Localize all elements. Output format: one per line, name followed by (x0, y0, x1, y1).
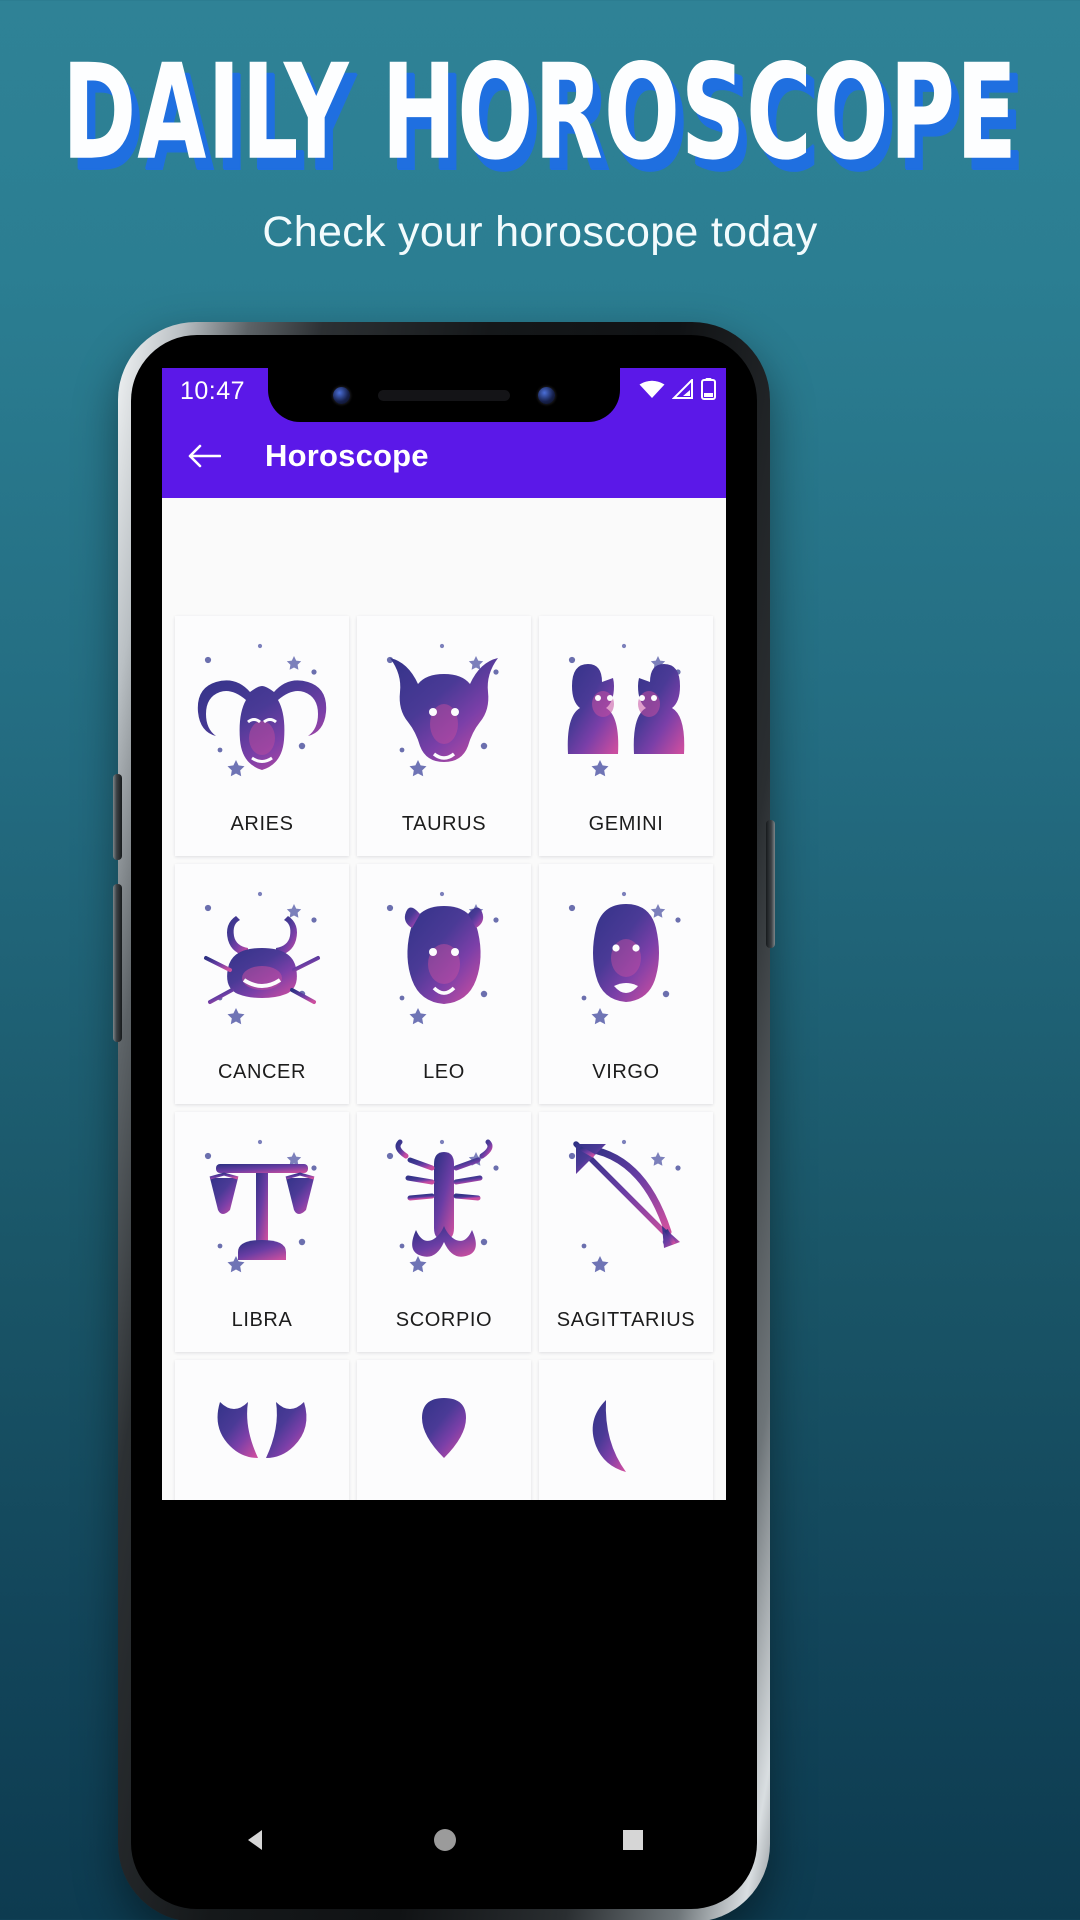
virgo-maiden-icon (568, 891, 681, 1025)
aquarius-water-icon (422, 1398, 466, 1458)
libra-scales-icon (204, 1139, 317, 1273)
horoscope-content: ARIES TAURUS GEMINI CANCER LEO VIRGO LIB… (162, 498, 726, 1500)
zodiac-card-leo[interactable]: LEO (357, 864, 531, 1104)
zodiac-label: SAGITTARIUS (556, 1309, 696, 1331)
zodiac-card-aries[interactable]: ARIES (175, 616, 349, 856)
zodiac-card-pisces[interactable] (539, 1360, 713, 1500)
back-arrow-icon[interactable] (184, 436, 224, 476)
page-title: Horoscope (265, 438, 429, 473)
phone-screen: 10:47 Horoscope ARIES TAURUS GEMINI CANC… (162, 368, 726, 1500)
volume-up-button[interactable] (113, 774, 122, 860)
leo-lion-icon (386, 891, 499, 1025)
status-icons (639, 368, 716, 414)
phone-mockup: 10:47 Horoscope ARIES TAURUS GEMINI CANC… (113, 322, 775, 1920)
sensor-icon (538, 386, 555, 404)
zodiac-label: SCORPIO (395, 1309, 493, 1331)
scorpio-scorpion-icon (386, 1139, 499, 1273)
battery-icon (701, 377, 716, 405)
capricorn-goat-icon (217, 1402, 307, 1458)
promo-subtitle: Check your horoscope today (262, 208, 818, 256)
sagittarius-bow-icon (568, 1139, 681, 1273)
zodiac-label: LEO (423, 1061, 465, 1083)
app-bar: Horoscope (162, 414, 726, 498)
zodiac-card-capricorn[interactable] (175, 1360, 349, 1500)
power-button[interactable] (766, 820, 775, 948)
zodiac-label: GEMINI (588, 813, 664, 835)
zodiac-card-scorpio[interactable]: SCORPIO (357, 1112, 531, 1352)
zodiac-card-virgo[interactable]: VIRGO (539, 864, 713, 1104)
gemini-twins-icon (567, 643, 685, 777)
android-nav-bar (162, 1804, 726, 1876)
zodiac-grid: ARIES TAURUS GEMINI CANCER LEO VIRGO LIB… (175, 616, 713, 1500)
front-camera-icon (333, 386, 350, 404)
zodiac-label: CANCER (217, 1061, 307, 1083)
zodiac-label: TAURUS (401, 813, 487, 835)
cancer-crab-icon (202, 891, 322, 1025)
zodiac-card-libra[interactable]: LIBRA (175, 1112, 349, 1352)
promo-title: DAILY HOROSCOPE (62, 37, 1018, 190)
wifi-icon (639, 379, 665, 404)
zodiac-card-sagittarius[interactable]: SAGITTARIUS (539, 1112, 713, 1352)
volume-down-button[interactable] (113, 884, 122, 1042)
back-triangle-icon[interactable] (242, 1826, 270, 1854)
zodiac-label: LIBRA (231, 1309, 293, 1331)
pisces-fish-icon (592, 1400, 626, 1472)
earpiece-speaker (378, 389, 510, 401)
zodiac-card-cancer[interactable]: CANCER (175, 864, 349, 1104)
zodiac-label: ARIES (230, 813, 294, 835)
recents-square-icon[interactable] (620, 1827, 646, 1853)
taurus-bull-icon (386, 643, 499, 777)
home-circle-icon[interactable] (431, 1826, 459, 1854)
status-bar: 10:47 (162, 368, 726, 422)
aries-ram-icon (197, 643, 327, 777)
zodiac-card-taurus[interactable]: TAURUS (357, 616, 531, 856)
cellular-signal-icon (671, 377, 694, 404)
promo-header: DAILY HOROSCOPE Check your horoscope tod… (0, 0, 1080, 330)
phone-notch (268, 368, 620, 422)
zodiac-label: VIRGO (592, 1061, 660, 1083)
zodiac-card-gemini[interactable]: GEMINI (539, 616, 713, 856)
zodiac-card-aquarius[interactable] (357, 1360, 531, 1500)
status-time: 10:47 (180, 376, 246, 405)
